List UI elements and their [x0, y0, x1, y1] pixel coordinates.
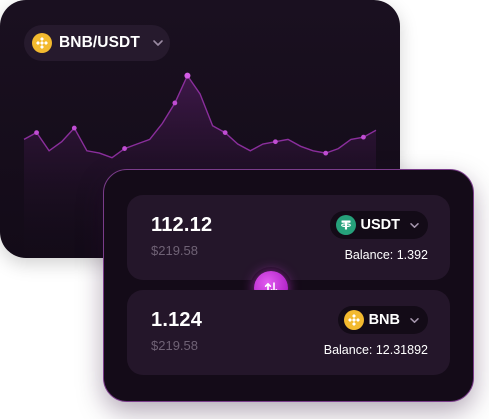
from-balance: Balance: 1.392 — [344, 248, 428, 262]
from-amount[interactable]: 112.12 — [151, 214, 212, 237]
from-token-selector[interactable]: USDT — [329, 211, 428, 239]
pair-label: BNB/USDT — [59, 34, 140, 51]
chart-point — [34, 130, 39, 136]
bnb-coin-icon — [32, 33, 52, 53]
from-fiat-value: $219.58 — [151, 243, 198, 258]
pair-selector[interactable]: BNB/USDT — [24, 25, 170, 61]
chart-point — [361, 134, 366, 140]
chart-point — [273, 139, 278, 145]
chart-point — [222, 130, 228, 136]
chart-point — [71, 125, 77, 131]
chart-point — [184, 72, 191, 79]
chart-point — [122, 146, 127, 151]
to-token-label: BNB — [368, 312, 400, 328]
chevron-down-icon — [152, 39, 164, 47]
swap-from-panel: 112.12 $219.58 USDT Balance: 1.392 — [127, 195, 450, 280]
to-amount[interactable]: 1.124 — [151, 309, 202, 332]
swap-to-panel: 1.124 $219.58 BNB Balance: 12.31892 — [127, 290, 450, 375]
swap-card: 112.12 $219.58 USDT Balance: 1.392 1.124… — [103, 169, 474, 402]
chevron-down-icon — [409, 317, 420, 324]
chart-point — [172, 100, 178, 106]
from-token-label: USDT — [360, 217, 400, 233]
to-token-selector[interactable]: BNB — [337, 306, 428, 334]
to-balance: Balance: 12.31892 — [323, 343, 428, 357]
usdt-coin-icon — [335, 215, 356, 235]
chevron-down-icon — [409, 222, 420, 229]
swap-widget-stage: BNB/USDT 112.12 $219.58 USDT Balance: 1.… — [0, 0, 489, 419]
bnb-coin-icon — [343, 310, 364, 330]
to-fiat-value: $219.58 — [151, 338, 198, 353]
chart-point — [323, 150, 329, 156]
